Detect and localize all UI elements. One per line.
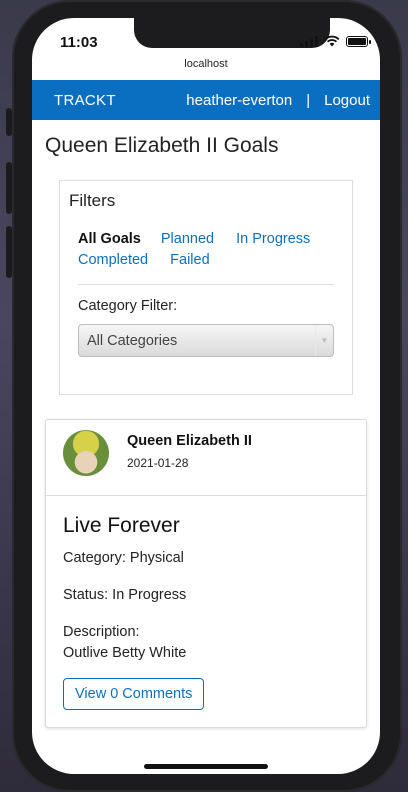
filter-completed[interactable]: Completed (78, 252, 148, 268)
username-link[interactable]: heather-everton (186, 92, 292, 109)
category-filter-label: Category Filter: (78, 298, 178, 314)
main-content: Queen Elizabeth II Goals Filters All Goa… (32, 120, 380, 728)
logout-link[interactable]: Logout (324, 92, 370, 109)
battery-icon (346, 35, 371, 47)
description-label: Description: (63, 624, 140, 640)
filters-panel: Filters All Goals Planned In Progress Co… (59, 180, 353, 395)
avatar (63, 430, 109, 476)
status-icons (300, 35, 371, 47)
mute-switch (6, 108, 12, 136)
goal-category: Category: Physical (63, 550, 184, 566)
status-filter-links: All Goals Planned In Progress Completed … (69, 229, 334, 271)
page-title: Queen Elizabeth II Goals (45, 134, 279, 157)
category-select-value: All Categories (87, 332, 178, 349)
volume-down-button (6, 226, 12, 278)
filters-divider (78, 284, 334, 285)
phone-screen: 11:03 localhost TRACKT heather-everton |… (32, 18, 380, 774)
chevron-down-icon: ▼ (315, 325, 333, 356)
filter-failed[interactable]: Failed (170, 252, 210, 268)
filter-planned[interactable]: Planned (161, 231, 214, 247)
status-time: 11:03 (60, 34, 98, 51)
description-text: Outlive Betty White (63, 645, 187, 661)
wifi-icon (324, 35, 340, 47)
owner-name: Queen Elizabeth II (127, 433, 252, 449)
navbar: TRACKT heather-everton | Logout (32, 80, 380, 120)
filters-heading: Filters (69, 191, 116, 210)
view-comments-button[interactable]: View 0 Comments (63, 678, 205, 710)
goal-card-header: Queen Elizabeth II 2021-01-28 (46, 420, 366, 496)
nav-separator: | (306, 91, 311, 109)
category-select[interactable]: All Categories ▼ (78, 324, 334, 357)
goal-date: 2021-01-28 (127, 456, 189, 470)
goal-description: Description: Outlive Betty White (63, 622, 349, 664)
cellular-signal-icon (300, 35, 318, 47)
goal-card-body: Live Forever Category: Physical Status: … (46, 496, 366, 727)
goal-title: Live Forever (63, 514, 180, 537)
goal-card: Queen Elizabeth II 2021-01-28 Live Forev… (45, 419, 367, 728)
filter-in-progress[interactable]: In Progress (236, 231, 310, 247)
home-indicator (144, 764, 268, 769)
brand-link[interactable]: TRACKT (54, 92, 186, 109)
goal-status: Status: In Progress (63, 587, 187, 603)
filter-all-goals[interactable]: All Goals (78, 231, 141, 247)
address-bar[interactable]: localhost (32, 58, 380, 70)
volume-up-button (6, 162, 12, 214)
goal-owner: Queen Elizabeth II 2021-01-28 (127, 430, 252, 485)
